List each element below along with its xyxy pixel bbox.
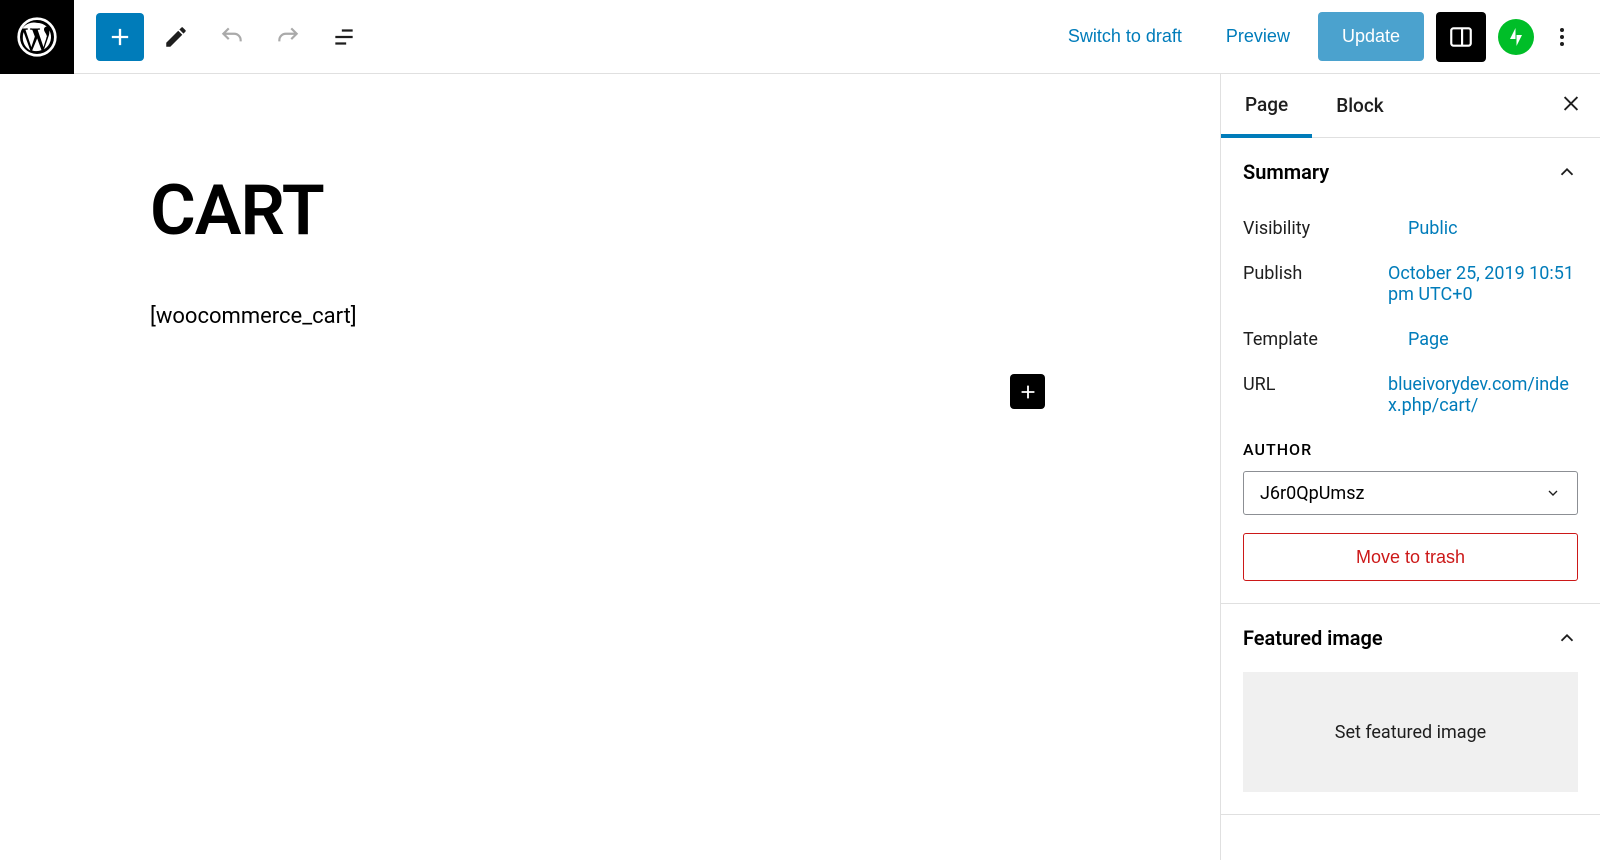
update-button[interactable]: Update — [1318, 12, 1424, 61]
sidebar-tabs: Page Block — [1221, 74, 1600, 138]
chevron-up-icon — [1556, 161, 1578, 183]
options-menu-button[interactable] — [1546, 13, 1578, 61]
template-label: Template — [1243, 329, 1318, 350]
tab-page[interactable]: Page — [1221, 75, 1312, 138]
add-block-button[interactable] — [96, 13, 144, 61]
plus-icon — [1017, 381, 1039, 403]
publish-label: Publish — [1243, 263, 1302, 305]
move-to-trash-button[interactable]: Move to trash — [1243, 533, 1578, 581]
chevron-down-icon — [1545, 485, 1561, 501]
template-value[interactable]: Page — [1408, 329, 1578, 350]
featured-image-panel: Featured image Set featured image — [1221, 604, 1600, 815]
undo-icon — [219, 24, 245, 50]
template-row: Template Page — [1243, 317, 1578, 362]
chevron-up-icon — [1556, 627, 1578, 649]
jetpack-button[interactable] — [1498, 19, 1534, 55]
plus-icon — [106, 23, 134, 51]
jetpack-icon — [1504, 25, 1528, 49]
toolbar-left-group — [74, 13, 368, 61]
wordpress-logo-button[interactable] — [0, 0, 74, 74]
redo-icon — [275, 24, 301, 50]
pencil-icon — [163, 24, 189, 50]
sidebar-icon — [1448, 24, 1474, 50]
author-label: AUTHOR — [1243, 440, 1578, 459]
main-area: CART [woocommerce_cart] Page Block Summa… — [0, 74, 1600, 860]
close-sidebar-button[interactable] — [1560, 92, 1582, 119]
document-outline-button[interactable] — [320, 13, 368, 61]
shortcode-block[interactable]: [woocommerce_cart] — [150, 304, 1220, 329]
add-block-inline-button[interactable] — [1010, 374, 1045, 409]
featured-image-title: Featured image — [1243, 626, 1383, 650]
summary-panel: Summary Visibility Public Publish Octobe… — [1221, 138, 1600, 604]
preview-button[interactable]: Preview — [1210, 12, 1306, 61]
tab-block[interactable]: Block — [1312, 74, 1407, 137]
more-vertical-icon — [1550, 25, 1574, 49]
wordpress-icon — [17, 17, 57, 57]
publish-value[interactable]: October 25, 2019 10:51 pm UTC+0 — [1388, 263, 1578, 305]
author-select[interactable]: J6r0QpUmsz — [1243, 471, 1578, 515]
publish-row: Publish October 25, 2019 10:51 pm UTC+0 — [1243, 251, 1578, 317]
edit-mode-button[interactable] — [152, 13, 200, 61]
redo-button[interactable] — [264, 13, 312, 61]
url-label: URL — [1243, 374, 1275, 416]
toolbar-right-group: Switch to draft Preview Update — [1052, 12, 1600, 62]
list-icon — [331, 24, 357, 50]
visibility-label: Visibility — [1243, 218, 1310, 239]
summary-title: Summary — [1243, 160, 1329, 184]
settings-panel-toggle[interactable] — [1436, 12, 1486, 62]
page-title-input[interactable]: CART — [150, 170, 1220, 252]
top-toolbar: Switch to draft Preview Update — [0, 0, 1600, 74]
close-icon — [1560, 92, 1582, 114]
visibility-value[interactable]: Public — [1408, 218, 1578, 239]
url-row: URL blueivorydev.com/index.php/cart/ — [1243, 362, 1578, 428]
summary-panel-header[interactable]: Summary — [1243, 138, 1578, 206]
settings-sidebar: Page Block Summary Visibility Public Pub… — [1220, 74, 1600, 860]
visibility-row: Visibility Public — [1243, 206, 1578, 251]
author-selected-value: J6r0QpUmsz — [1260, 483, 1364, 504]
url-value[interactable]: blueivorydev.com/index.php/cart/ — [1388, 374, 1578, 416]
undo-button[interactable] — [208, 13, 256, 61]
set-featured-image-button[interactable]: Set featured image — [1243, 672, 1578, 792]
switch-to-draft-button[interactable]: Switch to draft — [1052, 12, 1198, 61]
featured-image-header[interactable]: Featured image — [1243, 604, 1578, 672]
editor-canvas[interactable]: CART [woocommerce_cart] — [0, 74, 1220, 860]
